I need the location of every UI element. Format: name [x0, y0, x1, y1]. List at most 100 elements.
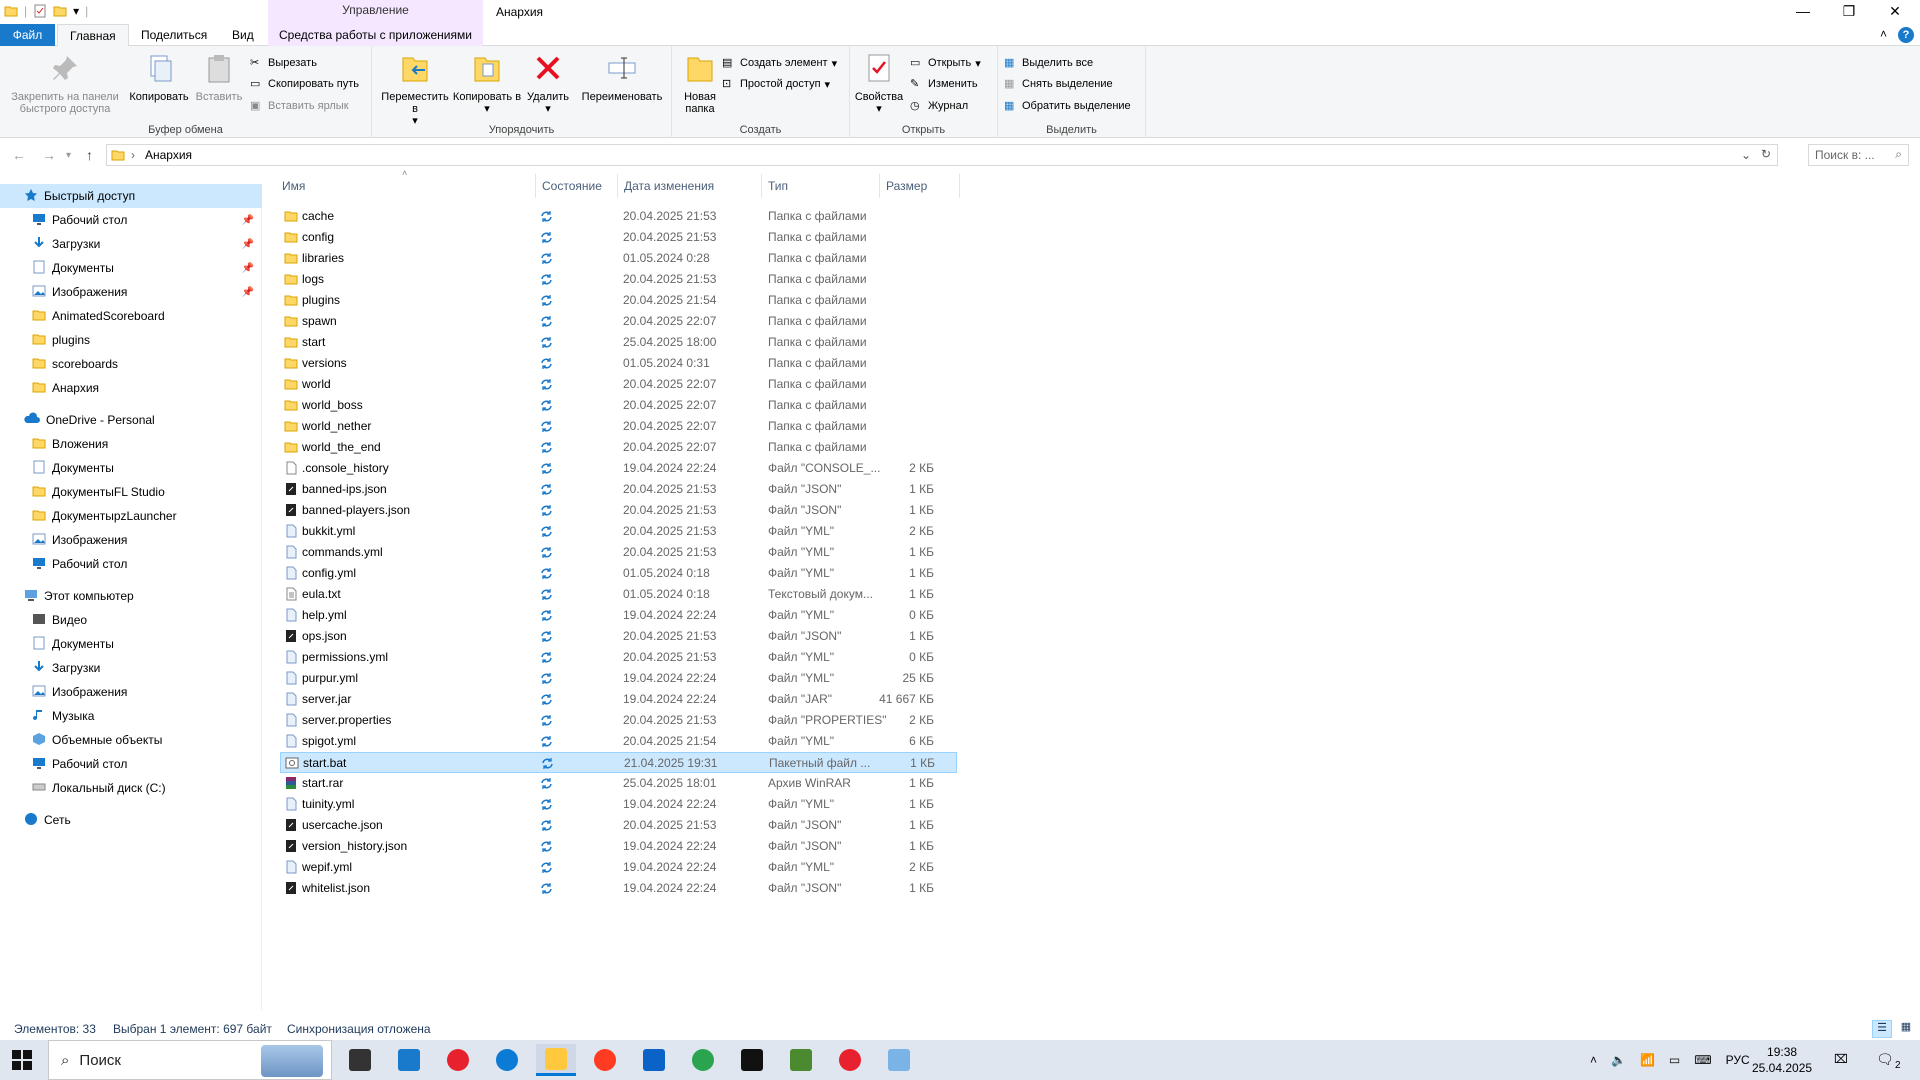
battery-icon[interactable]: ▭ [1669, 1053, 1680, 1067]
tab-view[interactable]: Вид [220, 24, 266, 46]
select-none-button[interactable]: ▦ Снять выделение [1004, 75, 1113, 93]
file-row[interactable]: banned-ips.json 20.04.2025 21:53 Файл "JSO… [280, 479, 957, 500]
taskbar-app[interactable] [536, 1044, 576, 1076]
open-button[interactable]: ▭ Открыть ▾ [910, 54, 981, 72]
nav-item[interactable]: ДокументыpzLauncher [0, 504, 262, 528]
file-row[interactable]: tuinity.yml 19.04.2024 22:24 Файл "YML" 1 К… [280, 794, 957, 815]
windows-start-icon[interactable] [12, 1050, 32, 1070]
nav-item[interactable]: Изображения [0, 528, 262, 552]
nav-item[interactable]: AnimatedScoreboard [0, 304, 262, 328]
file-row[interactable]: plugins 20.04.2025 21:54 Папка с файлами [280, 290, 957, 311]
file-row[interactable]: help.yml 19.04.2024 22:24 Файл "YML" 0 КБ [280, 605, 957, 626]
file-row[interactable]: wepif.yml 19.04.2024 22:24 Файл "YML" 2 КБ [280, 857, 957, 878]
copy-to-button[interactable]: Копировать в ▾ [452, 52, 522, 115]
restore-button[interactable]: ❐ [1826, 0, 1872, 24]
nav-item[interactable]: Документы 📌 [0, 256, 262, 280]
nav-item[interactable]: Анархия [0, 376, 262, 400]
search-input[interactable]: Поиск в: ... ⌕ [1808, 144, 1909, 166]
refresh-icon[interactable]: ↻ [1761, 147, 1771, 161]
help-icon[interactable]: ? [1898, 27, 1914, 43]
nav-item[interactable]: Изображения [0, 680, 262, 704]
network-icon[interactable]: 📶 [1640, 1053, 1655, 1067]
taskbar-app[interactable] [438, 1044, 478, 1076]
tab-file[interactable]: Файл [0, 24, 55, 46]
qat-dropdown-icon[interactable]: ▾ [73, 4, 79, 18]
file-row[interactable]: bukkit.yml 20.04.2025 21:53 Файл "YML" 2 КБ [280, 521, 957, 542]
new-folder-icon[interactable] [53, 4, 67, 18]
file-row[interactable]: spawn 20.04.2025 22:07 Папка с файлами [280, 311, 957, 332]
tab-app-tools[interactable]: Средства работы с приложениями [268, 24, 483, 46]
properties-button[interactable]: Свойства ▾ [854, 52, 904, 115]
recent-dropdown-icon[interactable]: ▾ [66, 150, 71, 161]
nav-item[interactable]: Быстрый доступ [0, 184, 262, 208]
file-row[interactable]: whitelist.json 19.04.2024 22:24 Файл "JSON… [280, 878, 957, 899]
file-row[interactable]: world_nether 20.04.2025 22:07 Папка с файл… [280, 416, 957, 437]
nav-item[interactable]: Музыка [0, 704, 262, 728]
nav-item[interactable]: Рабочий стол [0, 752, 262, 776]
file-row[interactable]: cache 20.04.2025 21:53 Папка с файлами [280, 206, 957, 227]
file-row[interactable]: world_boss 20.04.2025 22:07 Папка с файлам… [280, 395, 957, 416]
delete-button[interactable]: Удалить ▾ [524, 52, 572, 115]
file-row[interactable]: purpur.yml 19.04.2024 22:24 Файл "YML" 25 К… [280, 668, 957, 689]
nav-item[interactable]: Загрузки [0, 656, 262, 680]
nav-item[interactable]: Документы [0, 632, 262, 656]
up-icon[interactable]: ↑ [86, 147, 93, 163]
taskbar-search[interactable]: ⌕ Поиск [48, 1040, 332, 1080]
file-row[interactable]: eula.txt 01.05.2024 0:18 Текстовый докум..… [280, 584, 957, 605]
file-row[interactable]: server.jar 19.04.2024 22:24 Файл "JAR" 41 6… [280, 689, 957, 710]
taskbar-app[interactable] [732, 1044, 772, 1076]
new-item-button[interactable]: ▤ Создать элемент ▾ [722, 54, 837, 72]
file-row[interactable]: commands.yml 20.04.2025 21:53 Файл "YML" 1 … [280, 542, 957, 563]
volume-icon[interactable]: 🔈 [1611, 1053, 1626, 1067]
close-button[interactable]: ✕ [1872, 0, 1918, 24]
nav-item[interactable]: Загрузки 📌 [0, 232, 262, 256]
file-row[interactable]: version_history.json 19.04.2024 22:24 Файл… [280, 836, 957, 857]
file-row[interactable]: start.rar 25.04.2025 18:01 Архив WinRAR 1 К… [280, 773, 957, 794]
invert-selection-button[interactable]: ▦ Обратить выделение [1004, 97, 1131, 115]
large-icons-view-icon[interactable]: ▦ [1896, 1020, 1916, 1038]
nav-item[interactable]: Объемные объекты [0, 728, 262, 752]
file-row[interactable]: logs 20.04.2025 21:53 Папка с файлами [280, 269, 957, 290]
taskbar-app[interactable] [879, 1044, 919, 1076]
notification-icon[interactable]: 🗨 [1876, 1051, 1894, 1068]
rename-button[interactable]: Переименовать [576, 52, 668, 103]
folder-icon[interactable] [4, 4, 18, 18]
column-date[interactable]: Дата изменения [618, 174, 762, 198]
nav-item[interactable]: Видео [0, 608, 262, 632]
history-button[interactable]: ◷ Журнал [910, 97, 968, 115]
forward-icon[interactable]: → [42, 147, 56, 163]
address-bar[interactable]: › Анархия ⌄ ↻ [106, 144, 1778, 166]
paste-shortcut-button[interactable]: ▣ Вставить ярлык [250, 97, 349, 115]
pin-icon[interactable]: 📌 [242, 287, 254, 298]
chevron-up-icon[interactable]: ˄ [1590, 1053, 1597, 1067]
nav-item[interactable]: Рабочий стол 📌 [0, 208, 262, 232]
properties-icon[interactable] [33, 4, 47, 18]
copy-path-button[interactable]: ▭ Скопировать путь [250, 75, 359, 93]
move-to-button[interactable]: Переместить в ▾ [380, 52, 450, 127]
paste-button[interactable]: Вставить [192, 52, 246, 103]
column-type[interactable]: Тип [762, 174, 880, 198]
breadcrumb[interactable]: Анархия [145, 148, 192, 162]
keyboard-icon[interactable]: ⌨ [1694, 1053, 1711, 1067]
file-row[interactable]: versions 01.05.2024 0:31 Папка с файлами [280, 353, 957, 374]
nav-item[interactable]: Документы [0, 456, 262, 480]
ribbon-collapse-icon[interactable]: ˄ [1880, 27, 1887, 41]
nav-item[interactable]: plugins [0, 328, 262, 352]
taskbar-app[interactable] [683, 1044, 723, 1076]
taskbar-app[interactable] [830, 1044, 870, 1076]
nav-item[interactable]: Рабочий стол [0, 552, 262, 576]
pin-icon[interactable]: 📌 [242, 263, 254, 274]
nav-item[interactable]: Сеть [0, 808, 262, 832]
file-row[interactable]: .console_history 19.04.2024 22:24 Файл "CO… [280, 458, 957, 479]
taskbar-app[interactable] [340, 1044, 380, 1076]
focus-assist-icon[interactable]: ⌧ [1834, 1052, 1848, 1066]
clock[interactable]: 19:38 25.04.2025 [1752, 1044, 1812, 1076]
file-row[interactable]: start 25.04.2025 18:00 Папка с файлами [280, 332, 957, 353]
file-row[interactable]: world 20.04.2025 22:07 Папка с файлами [280, 374, 957, 395]
file-row[interactable]: config 20.04.2025 21:53 Папка с файлами [280, 227, 957, 248]
language-indicator[interactable]: РУС [1726, 1053, 1750, 1067]
easy-access-button[interactable]: ⊡ Простой доступ ▾ [722, 75, 830, 93]
copy-button[interactable]: Копировать [126, 52, 192, 103]
cut-button[interactable]: ✂ Вырезать [250, 54, 317, 72]
pin-icon[interactable]: 📌 [242, 239, 254, 250]
